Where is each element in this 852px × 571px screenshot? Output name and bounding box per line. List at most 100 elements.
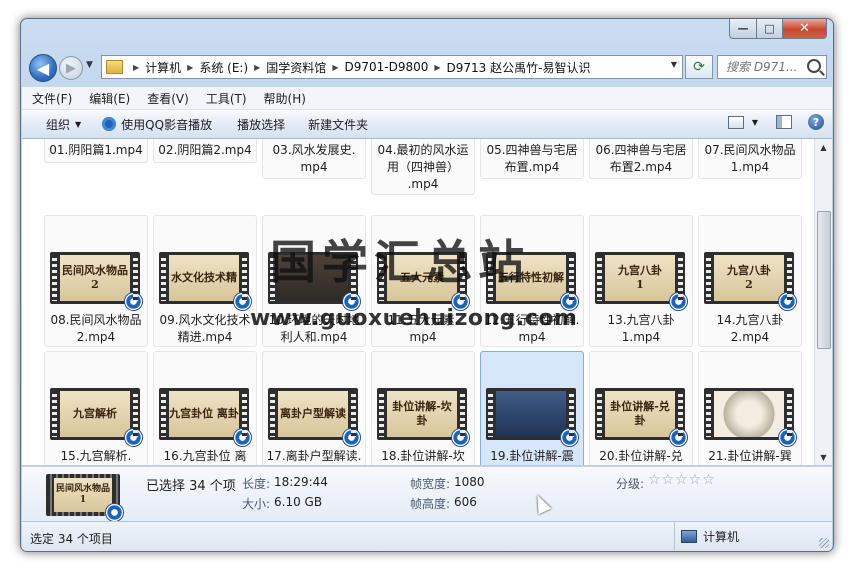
file-label: 17.离卦户型解读. mp4: [266, 449, 362, 463]
file-item[interactable]: 民间风水物品 2 08.民间风水物品 2.mp4: [44, 215, 148, 347]
file-label: 13.九宫八卦 1.mp4: [607, 313, 675, 344]
play-selection-button[interactable]: 播放选择: [221, 116, 294, 133]
file-item[interactable]: 九宫卦位 离卦 16.九宫卦位 离 卦.mp4: [153, 351, 257, 465]
scroll-down-arrow[interactable]: ▼: [815, 449, 832, 465]
file-item[interactable]: 九宫八卦 2 14.九宫八卦 2.mp4: [698, 215, 802, 347]
qq-player-icon: [669, 292, 688, 311]
file-item[interactable]: 03.风水发展史. mp4: [262, 139, 366, 179]
breadcrumb-drive[interactable]: 系统 (E:): [199, 59, 248, 76]
qq-player-icon: [124, 428, 143, 447]
scroll-thumb[interactable]: [817, 211, 831, 349]
menu-edit[interactable]: 编辑(E): [82, 90, 137, 107]
file-item-selected[interactable]: 19.卦位讲解-震 卦.mp4: [480, 351, 584, 465]
video-thumbnail: 离卦户型解读: [268, 388, 361, 447]
breadcrumb-library[interactable]: 国学资料馆: [266, 59, 326, 76]
preview-pane-icon[interactable]: [776, 115, 792, 129]
back-button[interactable]: ◀: [29, 54, 57, 82]
file-item[interactable]: 05.四神兽与宅居 布置.mp4: [480, 139, 584, 179]
menu-tools[interactable]: 工具(T): [199, 90, 254, 107]
file-list[interactable]: 01.阴阳篇1.mp4 02.阴阳篇2.mp4 03.风水发展史. mp4 04…: [22, 139, 814, 465]
video-thumbnail: 九宫解析: [50, 388, 143, 447]
file-label: 03.风水发展史. mp4: [272, 143, 356, 174]
file-item[interactable]: 水文化技术精 09.风水文化技术 精进.mp4: [153, 215, 257, 347]
thumbnail-title: 水文化技术精: [169, 255, 239, 301]
qq-player-icon: [233, 428, 252, 447]
menu-help[interactable]: 帮助(H): [257, 90, 313, 107]
play-with-qq-button[interactable]: 使用QQ影音播放: [90, 116, 221, 133]
file-item[interactable]: 06.四神兽与宅居 布置2.mp4: [589, 139, 693, 179]
new-folder-button[interactable]: 新建文件夹: [294, 116, 377, 133]
qq-player-icon: [102, 117, 117, 131]
chevron-right-icon[interactable]: ▶: [434, 63, 440, 72]
address-dropdown-icon[interactable]: ▼: [671, 60, 677, 69]
search-input[interactable]: [724, 59, 808, 75]
file-label: 05.四神兽与宅居 布置.mp4: [486, 143, 578, 174]
file-item[interactable]: 04.最初的风水运 用（四神兽） .mp4: [371, 139, 475, 195]
size-label: 大小:: [242, 497, 271, 511]
file-item[interactable]: 01.阴阳篇1.mp4: [44, 139, 148, 163]
refresh-button[interactable]: ⟳: [685, 55, 713, 79]
chevron-right-icon[interactable]: ▶: [187, 63, 193, 72]
thumbnail-title: 卦位讲解-兑卦: [605, 391, 675, 437]
menu-view[interactable]: 查看(V): [140, 90, 196, 107]
change-view-icon[interactable]: [727, 115, 744, 129]
file-item[interactable]: 卦位讲解-兑卦 20.卦位讲解-兑 卦.mp4: [589, 351, 693, 465]
file-label: 20.卦位讲解-兑 卦.mp4: [599, 449, 683, 463]
video-thumbnail: 九宫卦位 离卦: [159, 388, 252, 447]
maximize-button[interactable]: □: [757, 19, 783, 39]
breadcrumb-computer[interactable]: 计算机: [145, 59, 181, 76]
file-label: 06.四神兽与宅居 布置2.mp4: [595, 143, 687, 174]
thumbnail-title: 民间风水物品 1: [54, 478, 112, 512]
caption-buttons: — □ ✕: [729, 19, 827, 39]
search-box[interactable]: [717, 55, 827, 79]
thumbnail-title: 九宫八卦 2: [714, 255, 784, 301]
file-item[interactable]: 离卦户型解读 17.离卦户型解读. mp4: [262, 351, 366, 465]
close-button[interactable]: ✕: [783, 19, 827, 39]
file-label: 14.九宫八卦 2.mp4: [716, 313, 784, 344]
file-item[interactable]: 02.阴阳篇2.mp4: [153, 139, 257, 163]
command-bar: 组织 ▼ 使用QQ影音播放 播放选择 新建文件夹 ▼ ?: [22, 110, 832, 139]
video-thumbnail: 民间风水物品 2: [50, 252, 143, 311]
selection-thumbnail: 民间风水物品 1: [46, 474, 124, 522]
qq-player-icon: [451, 428, 470, 447]
view-controls: ▼ ?: [727, 114, 824, 130]
file-item[interactable]: 21.卦位讲解-巽 卦.mp4: [698, 351, 802, 465]
scroll-up-arrow[interactable]: ▲: [815, 139, 832, 155]
chevron-right-icon[interactable]: ▶: [332, 63, 338, 72]
vertical-scrollbar[interactable]: ▲ ▼: [814, 139, 832, 465]
file-label: 04.最初的风水运 用（四神兽） .mp4: [377, 143, 469, 191]
status-location: 计算机: [674, 522, 739, 551]
recent-pages-dropdown[interactable]: ▼: [86, 60, 93, 70]
address-bar[interactable]: ▶ 计算机 ▶ 系统 (E:) ▶ 国学资料馆 ▶ D9701-D9800 ▶ …: [101, 55, 683, 79]
watermark-url: www.guoxuehuizong.com: [250, 306, 578, 331]
chevron-right-icon[interactable]: ▶: [133, 63, 139, 72]
file-label: 02.阴阳篇2.mp4: [158, 143, 252, 157]
status-bar: 选定 34 个项目 计算机: [22, 521, 832, 551]
breadcrumb-current[interactable]: D9713 赵公禹竹-易智认识: [447, 59, 591, 76]
minimize-button[interactable]: —: [729, 19, 757, 39]
chevron-down-icon[interactable]: ▼: [752, 118, 758, 127]
organize-label: 组织: [46, 117, 71, 132]
video-thumbnail: 卦位讲解-兑卦: [595, 388, 688, 447]
breadcrumb-range[interactable]: D9701-D9800: [344, 60, 428, 74]
rating-stars[interactable]: ☆☆☆☆☆: [648, 472, 716, 488]
qq-player-icon: [669, 428, 688, 447]
thumbnail-title: 民间风水物品 2: [60, 255, 130, 301]
menu-file[interactable]: 文件(F): [25, 90, 79, 107]
file-item[interactable]: 07.民间风水物品 1.mp4: [698, 139, 802, 179]
file-item[interactable]: 卦位讲解-坎卦 18.卦位讲解-坎 卦.mp4: [371, 351, 475, 465]
watermark-text: 国学汇总站: [270, 235, 530, 289]
file-item[interactable]: 九宫解析 15.九宫解析. mp4: [44, 351, 148, 465]
file-item[interactable]: 九宫八卦 1 13.九宫八卦 1.mp4: [589, 215, 693, 347]
frame-height-value: 606: [454, 495, 477, 509]
help-icon[interactable]: ?: [808, 114, 824, 130]
chevron-right-icon[interactable]: ▶: [254, 63, 260, 72]
video-thumbnail: 水文化技术精: [159, 252, 252, 311]
thumbnail-title: 九宫解析: [60, 391, 130, 437]
frame-width-value: 1080: [454, 475, 485, 489]
organize-button[interactable]: 组织 ▼: [22, 116, 90, 133]
forward-button[interactable]: ▶: [59, 56, 83, 80]
resize-grip[interactable]: [819, 538, 829, 548]
search-icon[interactable]: [807, 59, 821, 73]
thumbnail-title: 九宫卦位 离卦: [169, 391, 239, 437]
